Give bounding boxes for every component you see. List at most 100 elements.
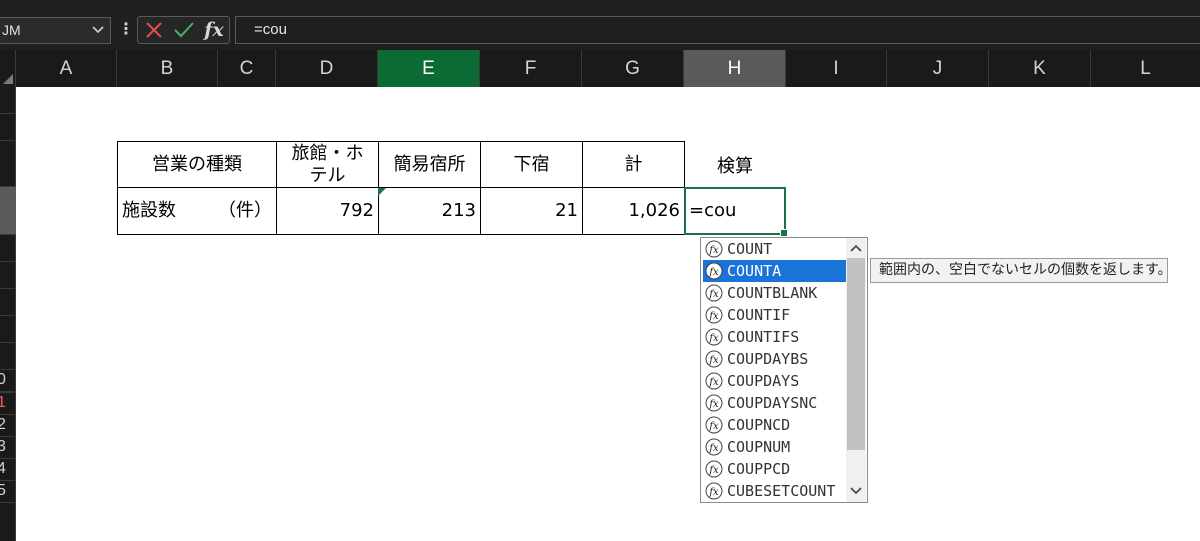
column-header-d[interactable]: D [276,50,378,87]
autocomplete-item-label: CUBESETCOUNT [727,482,836,500]
autocomplete-item[interactable]: fx COUNT [703,238,847,260]
more-options-icon[interactable]: ⋮ [118,19,134,43]
scrollbar-thumb[interactable] [847,258,865,450]
row-header[interactable] [0,87,16,114]
x-icon[interactable] [140,18,168,42]
row-header[interactable] [0,343,16,370]
header-check-cell[interactable]: 検算 [684,141,786,188]
row-header[interactable] [0,289,16,316]
header-ryokan-cell[interactable]: 旅館・ホ テル [276,141,379,188]
autocomplete-item[interactable]: fx COUNTBLANK [703,282,847,304]
autocomplete-item[interactable]: fx COUPDAYS [703,370,847,392]
autocomplete-item[interactable]: fx COUNTIFS [703,326,847,348]
column-header-f[interactable]: F [480,50,582,87]
fill-handle[interactable] [780,229,788,237]
header-total-cell[interactable]: 計 [582,141,685,188]
geshuku-value-cell[interactable]: 21 [480,187,583,235]
column-header-j[interactable]: J [887,50,989,87]
svg-text:fx: fx [708,289,719,300]
chevron-up-icon[interactable] [850,243,862,253]
autocomplete-item[interactable]: fx COUPDAYBS [703,348,847,370]
ryokan-value-cell[interactable]: 792 [276,187,379,235]
name-box[interactable]: JM [0,17,111,44]
header-total-text: 計 [624,153,643,175]
autocomplete-item-label: COUNTIF [727,306,791,324]
function-icon: fx [705,460,723,478]
function-icon: fx [705,394,723,412]
column-header-h[interactable]: H [684,50,786,87]
autocomplete-item-label: COUPDAYSNC [727,394,818,412]
column-header-i[interactable]: I [786,50,887,87]
row-header[interactable]: 0 [0,370,16,393]
header-check-text: 検算 [717,155,753,177]
function-icon: fx [705,328,723,346]
function-icon: fx [705,350,723,368]
row-header[interactable]: 2 [0,415,16,437]
row-header[interactable] [0,114,16,141]
column-header-k[interactable]: K [989,50,1091,87]
autocomplete-item[interactable]: fx COUPNCD [703,414,847,436]
function-icon: fx [705,416,723,434]
autocomplete-item[interactable]: fx COUPDAYSNC [703,392,847,414]
svg-text:fx: fx [708,311,719,322]
row-header[interactable]: 3 [0,437,16,459]
function-icon: fx [705,284,723,302]
autocomplete-item-selected[interactable]: fx COUNTA [703,260,847,282]
header-kan-i-text: 簡易宿所 [393,153,466,175]
header-kan-i-cell[interactable]: 簡易宿所 [378,141,481,188]
autocomplete-item[interactable]: fx COUPPCD [703,458,847,480]
header-geshuku-text: 下宿 [513,153,550,175]
row-label-cell[interactable]: 施設数 （件） [117,187,277,235]
select-all-button[interactable] [0,50,16,87]
row-header[interactable] [0,262,16,289]
header-type-text: 営業の種類 [152,153,242,175]
formula-input[interactable]: =cou [235,16,1200,44]
column-header-b[interactable]: B [117,50,218,87]
row-header[interactable]: 4 [0,459,16,481]
chevron-down-icon[interactable] [92,25,104,35]
row-header[interactable]: 1 [0,393,16,415]
row-header[interactable] [0,316,16,343]
function-icon: fx [705,372,723,390]
svg-text:fx: fx [708,443,719,454]
autocomplete-item[interactable]: fx CUBESETCOUNT [703,480,847,502]
autocomplete-item-label: COUPDAYBS [727,350,809,368]
column-header-e[interactable]: E [378,50,480,87]
check-icon[interactable] [170,18,198,42]
select-all-triangle-icon [3,74,13,84]
header-type-cell[interactable]: 営業の種類 [117,141,277,188]
function-icon: fx [705,482,723,500]
active-edit-cell[interactable]: =cou [684,187,788,237]
formula-buttons: fx [137,16,230,44]
insert-function-button[interactable]: fx [200,18,228,42]
svg-text:fx: fx [708,267,719,278]
column-header-a[interactable]: A [16,50,117,87]
row-header[interactable] [0,141,16,187]
row-label-unit: （件） [218,200,272,221]
chevron-down-icon[interactable] [850,486,862,496]
column-header-l[interactable]: L [1091,50,1200,87]
column-header-g[interactable]: G [582,50,684,87]
autocomplete-item-label: COUNT [727,240,773,258]
row-header[interactable] [0,235,16,262]
row-header[interactable]: 5 [0,481,16,503]
autocomplete-item-label: COUPPCD [727,460,791,478]
row-header-active[interactable] [0,187,16,235]
autocomplete-scrollbar[interactable] [846,238,866,502]
function-icon: fx [705,438,723,456]
column-header-c[interactable]: C [218,50,276,87]
total-value-cell[interactable]: 1,026 [582,187,685,235]
svg-text:fx: fx [708,377,719,388]
svg-text:fx: fx [708,465,719,476]
svg-text:fx: fx [708,421,719,432]
svg-text:fx: fx [708,487,719,498]
header-geshuku-cell[interactable]: 下宿 [480,141,583,188]
row-label-main: 施設数 [122,200,176,221]
error-indicator-icon[interactable] [378,188,386,196]
autocomplete-item[interactable]: fx COUNTIF [703,304,847,326]
svg-text:fx: fx [708,399,719,410]
autocomplete-item[interactable]: fx COUPNUM [703,436,847,458]
kan-i-value-cell[interactable]: 213 [378,187,481,235]
autocomplete-item-label: COUNTA [727,262,782,280]
autocomplete-item-label: COUPDAYS [727,372,800,390]
